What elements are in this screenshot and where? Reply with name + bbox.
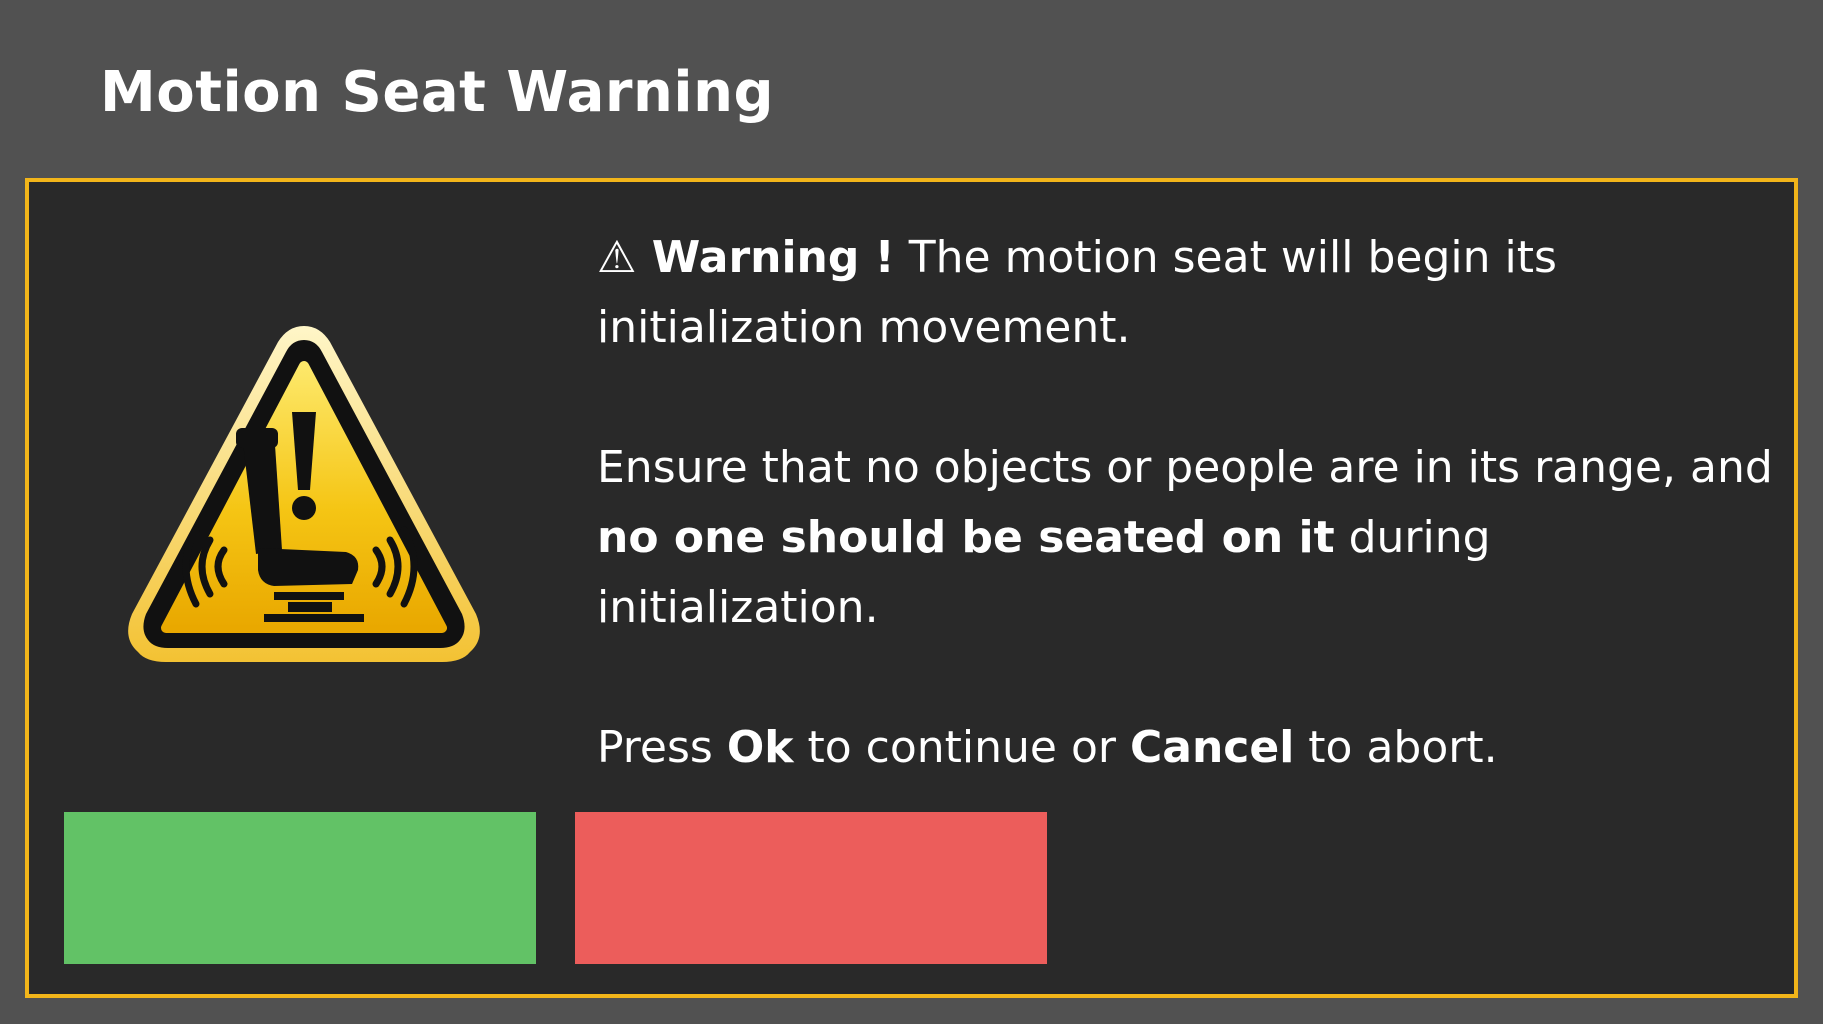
warning-triangle-icon: ⚠ bbox=[597, 232, 637, 283]
instruction-middle: to continue or bbox=[807, 722, 1116, 773]
warning-dialog: ⚠ Warning ! The motion seat will begin i… bbox=[25, 178, 1798, 998]
instruction-ok: Ok bbox=[726, 722, 794, 773]
safety-paragraph: Ensure that no objects or people are in … bbox=[597, 433, 1777, 643]
instruction-end: to abort. bbox=[1308, 722, 1498, 773]
window-title: Motion Seat Warning bbox=[100, 60, 775, 125]
safety-text-before: Ensure that no objects or people are in … bbox=[597, 442, 1773, 493]
cancel-button[interactable] bbox=[575, 812, 1047, 964]
safety-text-emphasis: no one should be seated on it bbox=[597, 512, 1335, 563]
instruction-press: Press bbox=[597, 722, 713, 773]
warning-label: ⚠ Warning ! bbox=[597, 232, 895, 283]
instruction-cancel: Cancel bbox=[1129, 722, 1295, 773]
ok-button[interactable] bbox=[64, 812, 536, 964]
warning-paragraph: ⚠ Warning ! The motion seat will begin i… bbox=[597, 223, 1777, 363]
warning-label-text: Warning ! bbox=[651, 232, 895, 283]
instruction-paragraph: Press Ok to continue or Cancel to abort. bbox=[597, 713, 1777, 783]
warning-message: ⚠ Warning ! The motion seat will begin i… bbox=[597, 223, 1777, 783]
motion-seat-warning-icon bbox=[128, 326, 480, 662]
